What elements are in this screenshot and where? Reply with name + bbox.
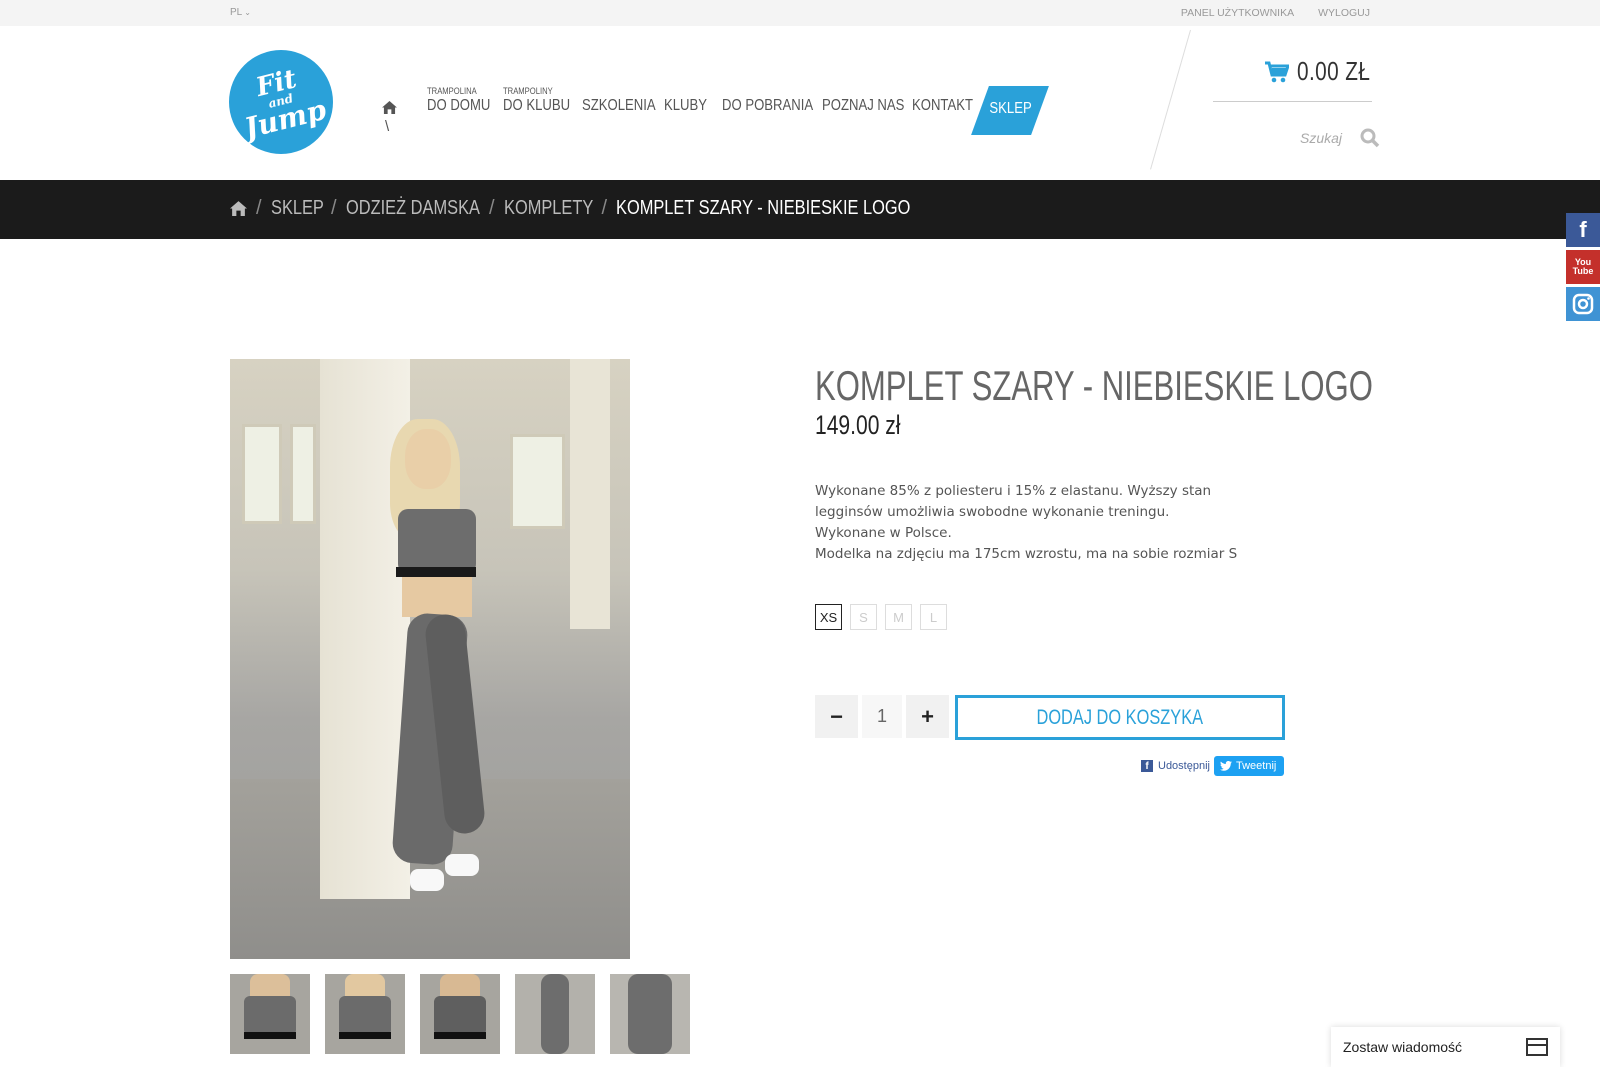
search-box	[1300, 128, 1380, 148]
nav-item-do-pobrania[interactable]: DO POBRANIA	[722, 86, 833, 116]
user-panel-link[interactable]: PANEL UŻYTKOWNIKA	[1181, 7, 1294, 19]
youtube-icon[interactable]: You Tube	[1566, 250, 1600, 284]
facebook-icon: f	[1141, 760, 1153, 772]
nav-item-szkolenia[interactable]: SZKOLENIA	[582, 86, 672, 116]
nav-item-kluby[interactable]: KLUBY	[664, 86, 716, 116]
nav-item-label: DO DOMU	[427, 97, 491, 114]
description-line: Wykonane 85% z poliesteru i 15% z elasta…	[815, 483, 1212, 520]
cart-underline	[1213, 101, 1372, 102]
logo-text-jump: Jump	[240, 92, 330, 145]
breadcrumb-current: KOMPLET SZARY - NIEBIESKIE LOGO	[616, 197, 911, 219]
language-selector[interactable]: PL ⌄	[230, 7, 251, 18]
twitter-icon	[1219, 761, 1232, 771]
size-option-m[interactable]: M	[885, 604, 912, 630]
cart-total: 0.00 ZŁ	[1297, 56, 1371, 86]
nav-item-subtitle: TRAMPOLINY	[503, 86, 553, 96]
leave-message-widget[interactable]: Zostaw wiadomość	[1331, 1027, 1560, 1067]
product-title: KOMPLET SZARY - NIEBIESKIE LOGO	[815, 362, 1373, 409]
quantity-decrease-button[interactable]: −	[815, 695, 858, 738]
share-buttons: f Udostępnij Tweetnij	[1141, 756, 1285, 776]
nav-item-trampoliny-do-klubu[interactable]: TRAMPOLINY DO KLUBU	[503, 86, 585, 116]
product-thumbnail[interactable]	[230, 974, 310, 1054]
home-icon[interactable]	[230, 201, 247, 216]
add-to-cart-label: DODAJ DO KOSZYKA	[1036, 705, 1204, 729]
description-line: Wykonane w Polsce.	[815, 525, 952, 541]
size-option-l[interactable]: L	[920, 604, 947, 630]
home-separator: \	[385, 118, 390, 135]
nav-item-label: KONTAKT	[912, 97, 973, 114]
facebook-share-button[interactable]: f Udostępnij	[1141, 760, 1210, 772]
quantity-increase-button[interactable]: +	[906, 695, 949, 738]
product-thumbnail[interactable]	[610, 974, 690, 1054]
breadcrumb: / SKLEP / ODZIEŻ DAMSKA / KOMPLETY / KOM…	[230, 197, 975, 220]
nav-item-label: DO POBRANIA	[722, 97, 814, 114]
nav-item-label: KLUBY	[664, 97, 708, 114]
leave-message-label: Zostaw wiadomość	[1343, 1039, 1463, 1055]
chevron-down-icon: ⌄	[244, 8, 251, 17]
quantity-input[interactable]	[862, 695, 902, 738]
breadcrumb-bar: / SKLEP / ODZIEŻ DAMSKA / KOMPLETY / KOM…	[0, 180, 1600, 239]
product-thumbnail[interactable]	[515, 974, 595, 1054]
product-main-image[interactable]	[230, 359, 630, 959]
product-price: 149.00 zł	[815, 410, 901, 440]
product-thumbnails	[230, 974, 690, 1054]
tweet-label: Tweetnij	[1235, 760, 1277, 772]
breadcrumb-komplety[interactable]: KOMPLETY	[504, 197, 593, 220]
size-selector: XS S M L	[815, 604, 947, 630]
nav-item-label: DO KLUBU	[503, 97, 571, 114]
search-icon[interactable]	[1360, 128, 1380, 148]
quantity-stepper: − +	[815, 695, 949, 738]
product-description: Wykonane 85% z poliesteru i 15% z elasta…	[815, 481, 1275, 565]
nav-item-label: SZKOLENIA	[582, 97, 656, 114]
site-logo[interactable]: Fit and Jump	[229, 50, 333, 154]
social-sidebar: f You Tube	[1566, 213, 1600, 324]
nav-item-kontakt[interactable]: KONTAKT	[912, 86, 986, 116]
cart-icon	[1265, 61, 1289, 82]
nav-item-poznaj-nas[interactable]: POZNAJ NAS	[822, 86, 922, 116]
size-option-s[interactable]: S	[850, 604, 877, 630]
nav-item-label: SKLEP	[989, 100, 1032, 117]
nav-item-label: POZNAJ NAS	[822, 97, 905, 114]
product-thumbnail[interactable]	[420, 974, 500, 1054]
top-utility-bar: PL ⌄ PANEL UŻYTKOWNIKA WYLOGUJ	[0, 0, 1600, 26]
size-option-xs[interactable]: XS	[815, 604, 842, 630]
nav-item-subtitle: TRAMPOLINA	[427, 86, 477, 96]
breadcrumb-sklep[interactable]: SKLEP	[271, 197, 324, 220]
home-icon	[382, 101, 397, 114]
product-thumbnail[interactable]	[325, 974, 405, 1054]
cart-summary[interactable]: 0.00 ZŁ	[1265, 56, 1389, 87]
header-divider	[1150, 29, 1191, 170]
search-input[interactable]	[1300, 130, 1350, 146]
facebook-share-label: Udostępnij	[1158, 760, 1210, 772]
language-label: PL	[230, 7, 243, 18]
instagram-icon[interactable]	[1566, 287, 1600, 321]
tweet-button[interactable]: Tweetnij	[1213, 756, 1285, 776]
chat-window-icon	[1526, 1038, 1548, 1056]
account-links: PANEL UŻYTKOWNIKA WYLOGUJ	[1181, 7, 1370, 19]
description-line: Modelka na zdjęciu ma 175cm wzrostu, ma …	[815, 546, 1238, 562]
nav-item-trampolina-do-domu[interactable]: TRAMPOLINA DO DOMU	[427, 86, 504, 116]
facebook-icon[interactable]: f	[1566, 213, 1600, 247]
add-to-cart-button[interactable]: DODAJ DO KOSZYKA	[955, 695, 1285, 740]
nav-home[interactable]: \	[382, 101, 397, 135]
breadcrumb-odziez-damska[interactable]: ODZIEŻ DAMSKA	[346, 197, 480, 220]
logout-link[interactable]: WYLOGUJ	[1318, 7, 1370, 19]
